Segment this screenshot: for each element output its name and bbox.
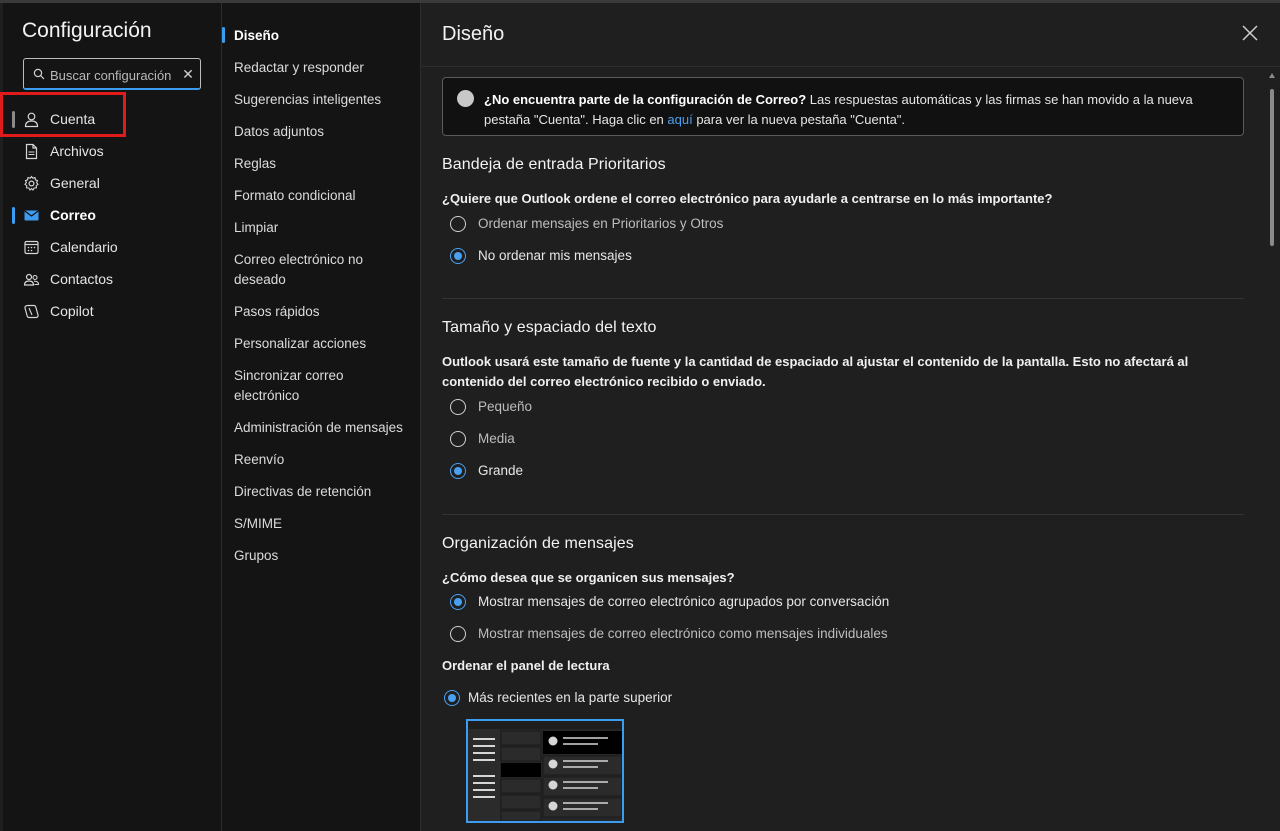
close-icon[interactable]: ✕ — [181, 66, 195, 82]
subnav-sugerencias[interactable]: Sugerencias inteligentes — [234, 90, 414, 110]
document-icon — [25, 143, 38, 160]
subnav-diseno[interactable]: Diseño — [234, 26, 414, 46]
settings-nav-general[interactable]: General — [3, 168, 221, 198]
radio-circle[interactable] — [450, 463, 466, 479]
radio-focused-on[interactable]: Ordenar mensajes en Prioritarios y Otros — [450, 214, 1150, 236]
focused-question: ¿Quiere que Outlook ordene el correo ele… — [442, 191, 1053, 206]
reading-pane-label: Ordenar el panel de lectura — [442, 658, 610, 673]
radio-circle[interactable] — [450, 216, 466, 232]
subnav-reenvio[interactable]: Reenvío — [234, 450, 414, 470]
nav-label: Contactos — [50, 271, 114, 287]
mail-settings-subnav: Diseño Redactar y responder Sugerencias … — [221, 3, 421, 831]
subnav-personalizar[interactable]: Personalizar acciones — [234, 334, 414, 354]
scroll-up-icon[interactable] — [1269, 73, 1275, 78]
subnav-limpiar[interactable]: Limpiar — [234, 218, 414, 238]
radio-focused-off[interactable]: No ordenar mis mensajes — [450, 246, 1150, 268]
settings-nav-copilot[interactable]: Copilot — [3, 296, 221, 326]
settings-nav-contactos[interactable]: Contactos — [3, 264, 221, 294]
subnav-directivas[interactable]: Directivas de retención — [234, 482, 414, 502]
radio-circle[interactable] — [450, 594, 466, 610]
subnav-grupos[interactable]: Grupos — [234, 546, 414, 566]
subnav-redactar[interactable]: Redactar y responder — [234, 58, 414, 78]
text-size-description: Outlook usará este tamaño de fuente y la… — [442, 354, 1189, 389]
page-title: Diseño — [442, 23, 505, 45]
subnav-administracion[interactable]: Administración de mensajes — [234, 418, 414, 438]
info-icon — [457, 90, 474, 107]
scrollbar[interactable] — [1268, 71, 1276, 829]
gear-icon — [24, 175, 39, 191]
settings-search-box[interactable]: ✕ — [23, 58, 201, 90]
search-icon — [33, 68, 45, 80]
section-heading-focused: Bandeja de entrada Prioritarios — [442, 156, 666, 173]
settings-content: Diseño ¿No encuentra parte de la configu… — [422, 3, 1280, 831]
settings-nav-calendario[interactable]: Calendario — [3, 232, 221, 262]
subnav-adjuntos[interactable]: Datos adjuntos — [234, 122, 414, 142]
header-divider — [422, 66, 1280, 67]
settings-nav-correo[interactable]: Correo — [3, 200, 221, 230]
subnav-pasos-rapidos[interactable]: Pasos rápidos — [234, 302, 414, 322]
radio-circle[interactable] — [450, 431, 466, 447]
notice-link[interactable]: aquí — [667, 112, 692, 127]
people-icon — [23, 273, 40, 286]
subnav-formato[interactable]: Formato condicional — [234, 186, 414, 206]
layout-preview-illustration — [468, 721, 622, 821]
layout-preview-thumbnail[interactable] — [466, 719, 624, 823]
radio-size-medium[interactable]: Media — [450, 429, 1150, 451]
radio-circle[interactable] — [450, 399, 466, 415]
info-notice: ¿No encuentra parte de la configuración … — [442, 77, 1244, 136]
mail-icon — [24, 210, 39, 221]
settings-title: Configuración — [22, 19, 152, 42]
notice-text: ¿No encuentra parte de la configuración … — [484, 92, 1193, 127]
settings-search-input[interactable] — [50, 65, 172, 85]
settings-nav-archivos[interactable]: Archivos — [3, 136, 221, 166]
radio-size-small[interactable]: Pequeño — [450, 397, 1150, 419]
organization-question: ¿Cómo desea que se organicen sus mensaje… — [442, 570, 735, 585]
radio-circle[interactable] — [450, 626, 466, 642]
close-icon[interactable] — [1240, 23, 1260, 43]
subnav-sincronizar[interactable]: Sincronizar correo electrónico — [234, 366, 384, 406]
nav-label: General — [50, 175, 100, 191]
scrollbar-thumb[interactable] — [1270, 89, 1274, 246]
subnav-reglas[interactable]: Reglas — [234, 154, 414, 174]
section-heading-organization: Organización de mensajes — [442, 535, 634, 552]
section-heading-text-size: Tamaño y espaciado del texto — [442, 319, 657, 336]
nav-label: Calendario — [50, 239, 118, 255]
radio-circle[interactable] — [450, 248, 466, 264]
radio-circle[interactable] — [444, 690, 460, 706]
active-indicator — [222, 27, 225, 43]
copilot-icon — [24, 304, 39, 319]
subnav-smime[interactable]: S/MIME — [234, 514, 414, 534]
radio-newest-top[interactable]: Más recientes en la parte superior — [444, 688, 1144, 710]
calendar-icon — [24, 240, 39, 255]
radio-individual[interactable]: Mostrar mensajes de correo electrónico c… — [450, 624, 1150, 646]
radio-conversation[interactable]: Mostrar mensajes de correo electrónico a… — [450, 592, 1150, 614]
nav-label: Correo — [50, 207, 96, 223]
radio-size-large[interactable]: Grande — [450, 461, 1150, 483]
nav-label: Copilot — [50, 303, 94, 319]
highlight-box — [0, 92, 126, 137]
section-divider — [442, 298, 1244, 299]
subnav-no-deseado[interactable]: Correo electrónico no deseado — [234, 250, 384, 290]
section-divider — [442, 514, 1244, 515]
nav-label: Archivos — [50, 143, 104, 159]
